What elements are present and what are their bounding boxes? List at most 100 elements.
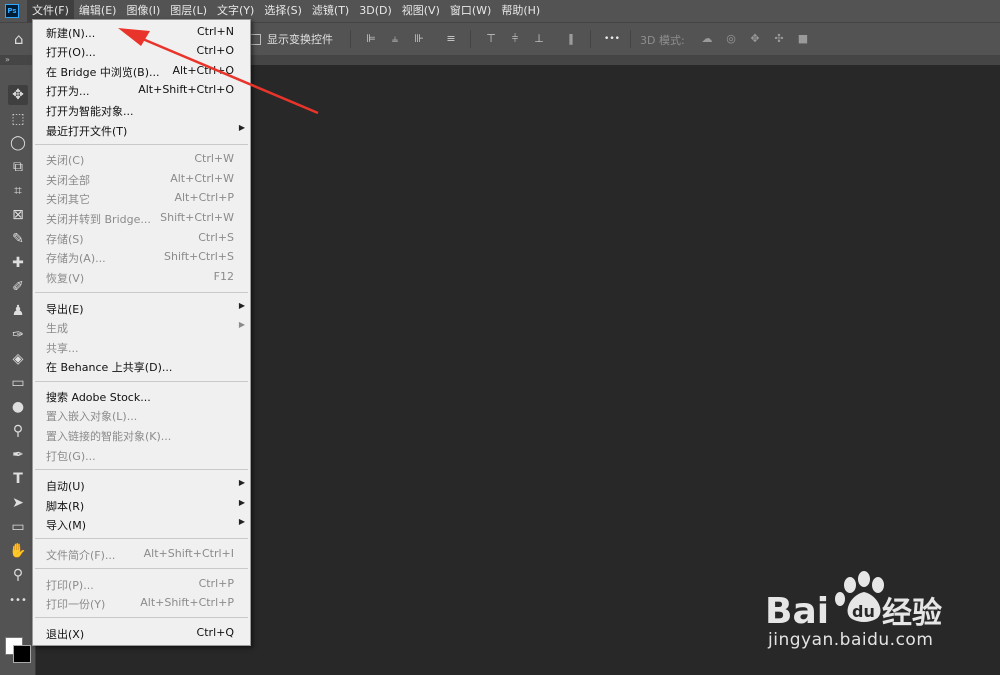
hand-icon[interactable]: ✋ (8, 541, 28, 561)
align-left-icon[interactable]: ⊫ (364, 32, 378, 46)
menu-item-label: 存储为(A)... (46, 252, 106, 265)
stamp-icon[interactable]: ♟ (8, 301, 28, 321)
menu-select[interactable]: 选择(S) (259, 0, 307, 22)
menu-item-print-one-copy[interactable]: 打印一份(Y) Alt+Shift+Ctrl+P (33, 594, 250, 613)
move-icon[interactable]: ✥ (8, 85, 28, 105)
submenu-arrow-icon: ▶ (238, 123, 245, 132)
menu-item-file-info[interactable]: 文件简介(F)... Alt+Shift+Ctrl+I (33, 545, 250, 564)
menu-item-new[interactable]: 新建(N)... Ctrl+N (33, 23, 250, 42)
menu-item-close-go-bridge[interactable]: 关闭并转到 Bridge... Shift+Ctrl+W (33, 209, 250, 228)
menu-separator (35, 538, 248, 539)
healing-icon[interactable]: ✚ (8, 253, 28, 273)
menu-item-share[interactable]: 共享... (33, 338, 250, 357)
menu-separator (35, 144, 248, 145)
show-transform-controls-checkbox[interactable]: 显示变换控件 (250, 31, 333, 47)
menu-item-label: 共享... (46, 342, 79, 355)
3d-orbit-icon[interactable]: ☁ (700, 32, 714, 46)
menu-item-automate[interactable]: 自动(U) ▶ (33, 476, 250, 495)
3d-slide-icon[interactable]: ✣ (772, 32, 786, 46)
menu-help[interactable]: 帮助(H) (496, 0, 545, 22)
menu-item-shortcut: Shift+Ctrl+S (164, 250, 234, 263)
menu-view[interactable]: 视图(V) (397, 0, 445, 22)
more-tools-icon[interactable]: ••• (8, 591, 28, 611)
menu-item-label: 打开为智能对象... (46, 105, 134, 118)
collapse-arrows-icon[interactable]: » (5, 55, 10, 65)
menu-item-shortcut: Alt+Ctrl+P (174, 191, 234, 204)
history-brush-icon[interactable]: ✑ (8, 325, 28, 345)
zoom-icon[interactable]: ⚲ (8, 565, 28, 585)
distribute-icon[interactable]: ≡ (444, 32, 458, 46)
align-top-icon[interactable]: ⊤ (484, 32, 498, 46)
menu-item-label: 置入链接的智能对象(K)... (46, 430, 172, 443)
rectangle-icon[interactable]: ▭ (8, 517, 28, 537)
menu-item-save-as[interactable]: 存储为(A)... Shift+Ctrl+S (33, 248, 250, 267)
menu-item-shortcut: Ctrl+S (198, 231, 234, 244)
menu-item-shortcut: Alt+Ctrl+O (172, 64, 234, 77)
menu-item-open-as[interactable]: 打开为... Alt+Shift+Ctrl+O (33, 81, 250, 100)
menu-item-label: 打印(P)... (46, 579, 94, 592)
menu-item-exit[interactable]: 退出(X) Ctrl+Q (33, 624, 250, 643)
3d-roll-icon[interactable]: ◎ (724, 32, 738, 46)
menu-filter[interactable]: 滤镜(T) (307, 0, 354, 22)
menu-separator (35, 568, 248, 569)
type-icon[interactable]: T (8, 469, 28, 489)
align-right-icon[interactable]: ⊪ (412, 32, 426, 46)
3d-mode-label: 3D 模式: (640, 34, 685, 47)
menu-item-generate[interactable]: 生成 ▶ (33, 318, 250, 337)
marquee-icon[interactable]: ⬚ (8, 109, 28, 129)
divider (350, 30, 351, 48)
menu-window[interactable]: 窗口(W) (445, 0, 496, 22)
more-options-icon[interactable]: ••• (603, 32, 621, 46)
menu-item-share-behance[interactable]: 在 Behance 上共享(D)... (33, 357, 250, 376)
menu-item-place-linked[interactable]: 置入链接的智能对象(K)... (33, 426, 250, 445)
pen-icon[interactable]: ✒ (8, 445, 28, 465)
eyedropper-icon[interactable]: ✎ (8, 229, 28, 249)
menu-item-search-adobe-stock[interactable]: 搜索 Adobe Stock... (33, 387, 250, 406)
menu-item-print[interactable]: 打印(P)... Ctrl+P (33, 575, 250, 594)
lasso-icon[interactable]: ◯ (8, 133, 28, 153)
align-center-icon[interactable]: ⫨ (388, 32, 402, 46)
menu-separator (35, 469, 248, 470)
menu-item-close[interactable]: 关闭(C) Ctrl+W (33, 150, 250, 169)
menu-item-export[interactable]: 导出(E) ▶ (33, 299, 250, 318)
align-bottom-icon[interactable]: ⊥ (532, 32, 546, 46)
eraser-icon[interactable]: ◈ (8, 349, 28, 369)
align-middle-icon[interactable]: ⫩ (508, 32, 522, 46)
menu-item-place-embedded[interactable]: 置入嵌入对象(L)... (33, 406, 250, 425)
menu-item-browse-bridge[interactable]: 在 Bridge 中浏览(B)... Alt+Ctrl+O (33, 62, 250, 81)
3d-camera-icon[interactable]: ■ (796, 32, 810, 46)
frame-icon[interactable]: ⊠ (8, 205, 28, 225)
menu-item-open-smart-object[interactable]: 打开为智能对象... (33, 101, 250, 120)
menu-item-label: 文件简介(F)... (46, 549, 116, 562)
menu-3d[interactable]: 3D(D) (354, 0, 397, 22)
menu-separator (35, 292, 248, 293)
3d-pan-icon[interactable]: ✥ (748, 32, 762, 46)
menu-item-close-all[interactable]: 关闭全部 Alt+Ctrl+W (33, 170, 250, 189)
checkbox-icon[interactable] (250, 33, 261, 45)
crop-icon[interactable]: ⌗ (8, 181, 28, 201)
brush-icon[interactable]: ✐ (8, 277, 28, 297)
dodge-icon[interactable]: ⚲ (8, 421, 28, 441)
menu-item-import[interactable]: 导入(M) ▶ (33, 515, 250, 534)
object-select-icon[interactable]: ⧉ (8, 157, 28, 177)
menu-item-open[interactable]: 打开(O)... Ctrl+O (33, 42, 250, 61)
background-color-swatch[interactable] (13, 645, 31, 663)
menu-item-scripts[interactable]: 脚本(R) ▶ (33, 496, 250, 515)
menu-item-save[interactable]: 存储(S) Ctrl+S (33, 229, 250, 248)
menu-item-label: 最近打开文件(T) (46, 125, 128, 138)
home-icon[interactable]: ⌂ (14, 31, 30, 47)
menu-item-close-others[interactable]: 关闭其它 Alt+Ctrl+P (33, 189, 250, 208)
menu-item-shortcut: Ctrl+N (196, 25, 234, 38)
menu-item-label: 关闭(C) (46, 154, 85, 167)
menu-item-shortcut: Alt+Shift+Ctrl+P (140, 596, 234, 609)
menu-item-package[interactable]: 打包(G)... (33, 446, 250, 465)
menu-item-label: 在 Behance 上共享(D)... (46, 361, 173, 374)
menu-item-label: 关闭全部 (46, 174, 90, 187)
menu-item-label: 恢复(V) (46, 272, 85, 285)
blur-icon[interactable]: ● (8, 397, 28, 417)
distribute-vertical-icon[interactable]: ‖ (564, 32, 578, 46)
menu-item-recent-files[interactable]: 最近打开文件(T) ▶ (33, 121, 250, 140)
path-select-icon[interactable]: ➤ (8, 493, 28, 513)
menu-item-revert[interactable]: 恢复(V) F12 (33, 268, 250, 287)
gradient-icon[interactable]: ▭ (8, 373, 28, 393)
